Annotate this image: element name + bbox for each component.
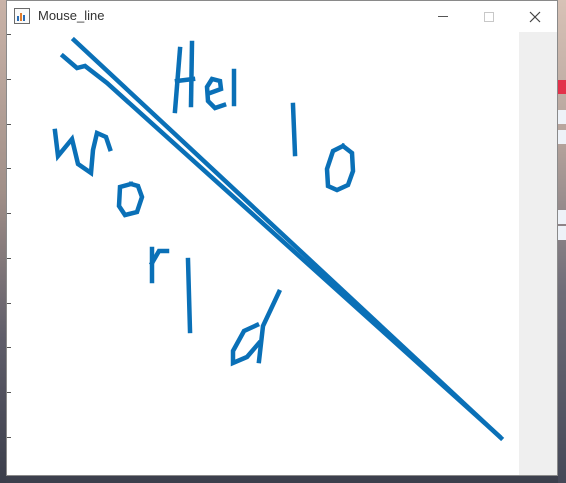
desktop-icon-strip[interactable] [558,226,566,240]
desktop-icon-strip[interactable] [558,130,566,144]
desktop-background-right [558,0,566,483]
stroke-layer [52,36,505,442]
desktop-icon-strip[interactable] [558,80,566,94]
desktop-icon-strip[interactable] [558,210,566,224]
desktop-icon-strip[interactable] [558,110,566,124]
handwritten-world [52,128,282,367]
figure-window: Mouse_line [6,0,558,476]
diagonal-line-2 [59,52,503,440]
